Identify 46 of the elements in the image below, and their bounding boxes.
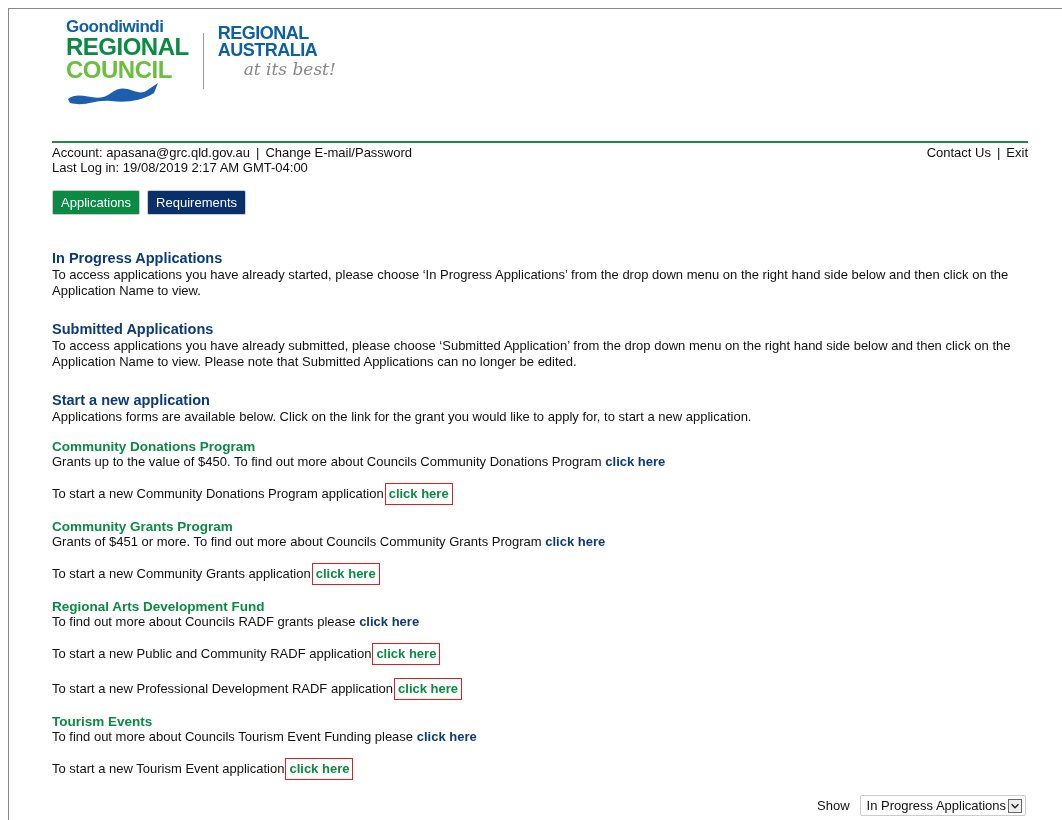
change-email-link[interactable]: Change E-mail/Password	[265, 145, 413, 160]
program-info: To find out more about Councils RADF grants please click here	[52, 614, 421, 630]
nav-tab[interactable]: Applications	[52, 190, 141, 215]
separator: |	[256, 145, 260, 160]
start-text: To start a new Public and Community RADF application	[52, 646, 372, 662]
start-link[interactable]: click here	[384, 483, 453, 505]
logo-text: REGIONAL	[66, 35, 189, 58]
info-link[interactable]: click here	[416, 729, 477, 744]
section-text: To access applications you have already started, please choose ‘In Progress Applications’ from the drop down menu on the right hand side below and then click on the Application Name to view.	[52, 267, 1010, 299]
logo-text: Goondiwindi	[66, 19, 165, 35]
start-link[interactable]: click here	[285, 758, 354, 780]
start-text: To start a new Professional Development RADF application	[52, 681, 394, 697]
info-link[interactable]: click here	[359, 614, 420, 629]
section-text: Applications forms are available below. Click on the link for the grant you would like to apply for, to start a new application.	[52, 409, 753, 425]
last-login: Last Log in: 19/08/2019 2:17 AM GMT-04:00	[52, 160, 309, 175]
start-link[interactable]: click here	[372, 643, 441, 665]
info-link[interactable]: click here	[545, 534, 606, 549]
program-heading: Community Donations Program	[52, 439, 257, 454]
separator: |	[996, 145, 1001, 162]
logo-tagline: at its best!	[243, 59, 336, 79]
program-info: Grants up to the value of $450. To find out more about Councils Community Donations Program click here	[52, 454, 667, 470]
status-select[interactable]: In Progress Applications	[859, 795, 1026, 816]
account-email: Account: apasana@grc.qld.gov.au	[52, 145, 250, 160]
start-link[interactable]: click here	[394, 678, 463, 700]
section-heading: Submitted Applications	[52, 321, 215, 338]
caret-icon	[1008, 798, 1022, 813]
top-link[interactable]: Exit	[1006, 145, 1028, 175]
logo-text: COUNCIL	[66, 58, 173, 81]
section-heading: Start a new application	[52, 392, 211, 409]
info-link[interactable]: click here	[605, 454, 666, 469]
program-info: To find out more about Councils Tourism Event Funding please click here	[52, 729, 478, 745]
program-heading: Community Grants Program	[52, 519, 234, 534]
top-link[interactable]: Contact Us	[926, 145, 991, 175]
section-text: To access applications you have already submitted, please choose ‘Submitted Application’ from the drop down menu on the right hand side below and then click on the Application Name to view. Please note that Submitted Applications can no longer be edited.	[52, 338, 1012, 370]
start-text: To start a new Community Grants application	[52, 566, 311, 582]
logo-text: AUSTRALIA	[217, 42, 319, 59]
filter-label: Show	[817, 798, 850, 813]
program-heading: Tourism Events	[52, 714, 154, 729]
start-link[interactable]: click here	[311, 563, 380, 585]
program-info: Grants of $451 or more. To find out more about Councils Community Grants Program click here	[52, 534, 607, 550]
logo-text: REGIONAL	[217, 25, 310, 42]
start-text: To start a new Tourism Event application	[52, 761, 285, 777]
section-heading: In Progress Applications	[52, 250, 224, 267]
start-text: To start a new Community Donations Program application	[52, 486, 384, 502]
nav-tab[interactable]: Requirements	[147, 190, 247, 215]
program-heading: Regional Arts Development Fund	[52, 599, 266, 614]
